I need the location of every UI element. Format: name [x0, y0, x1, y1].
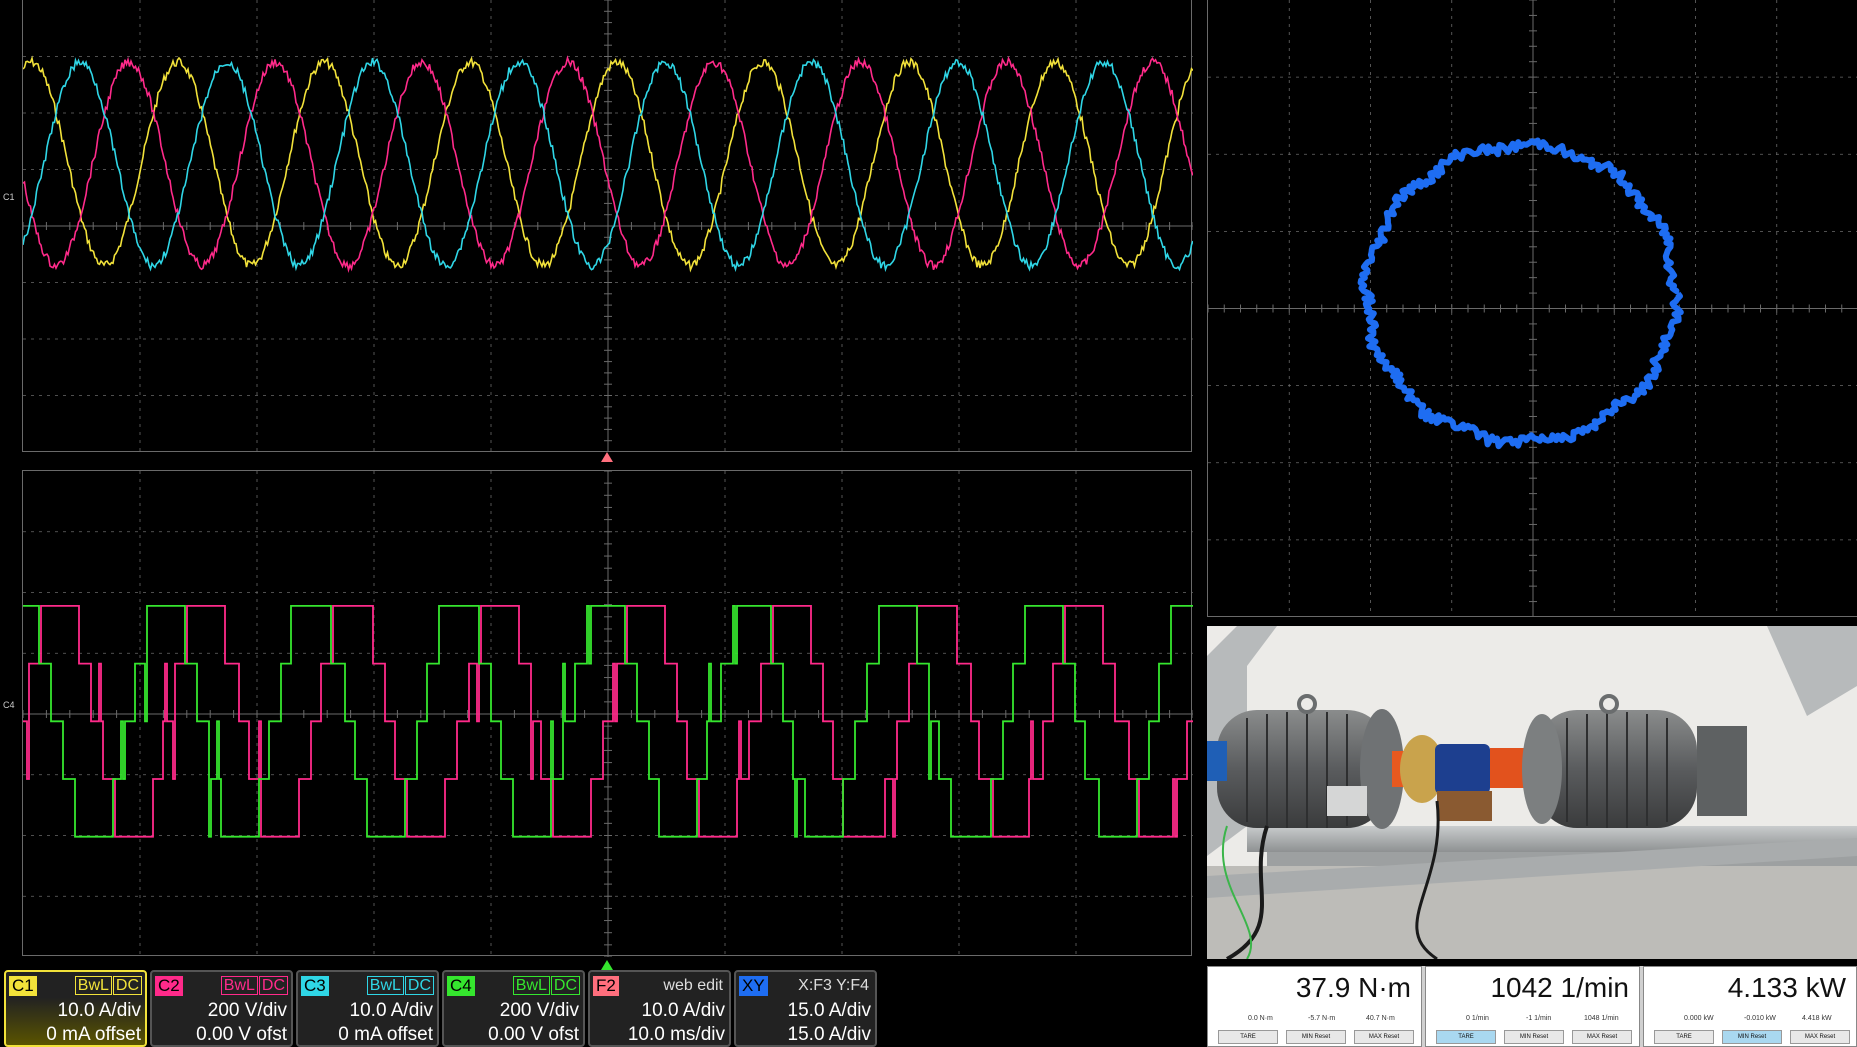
meter-power: 4.133 kW 0.000 kW -0.010 kW 4.418 kW TAR…	[1643, 966, 1857, 1047]
descriptor-flag: DC	[404, 976, 434, 995]
descriptor-scale: 200 V/div	[207, 1000, 287, 1021]
descriptor-flags: BwL DC	[220, 976, 288, 996]
waveform-grid-bottom[interactable]	[22, 470, 1193, 957]
meter-torque: 37.9 N·m 0.0 N·m -5.7 N·m 40.7 N·m TARE …	[1207, 966, 1422, 1047]
descriptor-tag: XY	[739, 976, 768, 996]
power-value: 4.133 kW	[1727, 972, 1846, 1003]
speed-value: 1042 1/min	[1490, 972, 1629, 1003]
speed-tare-button[interactable]: TARE	[1436, 1030, 1496, 1044]
descriptor-c3[interactable]: C3 BwL DC 10.0 A/div 0 mA offset	[296, 970, 439, 1047]
power-min-reset-button[interactable]: MIN Reset	[1722, 1030, 1782, 1044]
torque-meter-panel: 37.9 N·m 0.0 N·m -5.7 N·m 40.7 N·m TARE …	[1207, 966, 1857, 1047]
speed-max-reset-button[interactable]: MAX Reset	[1572, 1030, 1632, 1044]
waveform-grid-top[interactable]	[22, 0, 1193, 452]
descriptor-flags: BwL DC	[366, 976, 434, 996]
descriptor-scale: 200 V/div	[499, 1000, 579, 1021]
descriptor-flag: DC	[112, 976, 142, 995]
xy-plot	[1208, 0, 1857, 617]
descriptor-flags: BwL DC	[74, 976, 142, 996]
descriptor-offset: 0.00 V ofst	[488, 1024, 579, 1045]
waveform-plot-top	[23, 0, 1193, 452]
power-tare-button[interactable]: TARE	[1654, 1030, 1714, 1044]
descriptor-offset: 10.0 ms/div	[627, 1024, 725, 1045]
descriptor-scale: 10.0 A/div	[57, 1000, 141, 1021]
speed-max-value: 1048 1/min	[1584, 1015, 1619, 1022]
speed-min-reset-button[interactable]: MIN Reset	[1504, 1030, 1564, 1044]
descriptor-flag: BwL	[512, 976, 550, 995]
descriptor-f2[interactable]: F2 web edit 10.0 A/div 10.0 ms/div	[588, 970, 731, 1047]
descriptor-tag: C1	[9, 976, 37, 996]
channel-marker-c1[interactable]: C1	[3, 192, 15, 202]
descriptor-flags: web edit	[659, 976, 726, 996]
trigger-marker-bottom[interactable]	[601, 960, 613, 970]
descriptor-offset: 0 mA offset	[338, 1024, 433, 1045]
torque-tare-value: 0.0 N·m	[1248, 1015, 1273, 1022]
torque-min-reset-button[interactable]: MIN Reset	[1286, 1030, 1346, 1044]
descriptor-scale: 10.0 A/div	[641, 1000, 725, 1021]
descriptor-flag: BwL	[74, 976, 112, 995]
torque-tare-button[interactable]: TARE	[1218, 1030, 1278, 1044]
meter-speed: 1042 1/min 0 1/min -1 1/min 1048 1/min T…	[1425, 966, 1640, 1047]
descriptor-offset: 0.00 V ofst	[196, 1024, 287, 1045]
descriptor-flag: DC	[550, 976, 580, 995]
power-min-value: -0.010 kW	[1744, 1015, 1776, 1022]
grid-lines	[23, 471, 1193, 957]
power-tare-value: 0.000 kW	[1684, 1015, 1714, 1022]
power-max-value: 4.418 kW	[1802, 1015, 1832, 1022]
descriptor-tag: F2	[593, 976, 619, 996]
xy-trace-circle	[1357, 137, 1684, 450]
channel-marker-c4[interactable]: C4	[3, 700, 15, 710]
torque-max-reset-button[interactable]: MAX Reset	[1354, 1030, 1414, 1044]
speed-min-value: -1 1/min	[1526, 1015, 1552, 1022]
torque-min-value: -5.7 N·m	[1308, 1015, 1336, 1022]
torque-max-value: 40.7 N·m	[1366, 1015, 1395, 1022]
descriptor-c1[interactable]: C1 BwL DC 10.0 A/div 0 mA offset	[4, 970, 147, 1047]
descriptor-c4[interactable]: C4 BwL DC 200 V/div 0.00 V ofst	[442, 970, 585, 1047]
speed-tare-value: 0 1/min	[1466, 1015, 1489, 1022]
descriptor-flags: BwL DC	[512, 976, 580, 996]
power-max-reset-button[interactable]: MAX Reset	[1790, 1030, 1850, 1044]
torque-value: 37.9 N·m	[1295, 972, 1411, 1003]
motor-test-bench-photo	[1207, 626, 1857, 959]
descriptor-tag: C4	[447, 976, 475, 996]
descriptor-flag: BwL	[366, 976, 404, 995]
channel-descriptor-bar: C1 BwL DC 10.0 A/div 0 mA offset C2 BwL DC 200 V…	[0, 970, 880, 1047]
grid-lines	[1208, 0, 1857, 617]
xy-plot-grid[interactable]	[1207, 0, 1857, 617]
waveform-plot-bottom	[23, 471, 1193, 957]
trigger-marker-top[interactable]	[601, 452, 613, 462]
descriptor-flag: BwL	[220, 976, 258, 995]
descriptor-scale: 15.0 A/div	[787, 1000, 871, 1021]
descriptor-flag: X:F3 Y:F4	[798, 977, 869, 994]
descriptor-scale: 10.0 A/div	[349, 1000, 433, 1021]
descriptor-flag: DC	[258, 976, 288, 995]
descriptor-tag: C2	[155, 976, 183, 996]
descriptor-offset: 15.0 A/div	[787, 1024, 871, 1045]
descriptor-offset: 0 mA offset	[46, 1024, 141, 1045]
descriptor-flags: X:F3 Y:F4	[794, 976, 872, 996]
descriptor-tag: C3	[301, 976, 329, 996]
descriptor-xy[interactable]: XY X:F3 Y:F4 15.0 A/div 15.0 A/div	[734, 970, 877, 1047]
descriptor-c2[interactable]: C2 BwL DC 200 V/div 0.00 V ofst	[150, 970, 293, 1047]
descriptor-flag: web edit	[663, 977, 723, 994]
